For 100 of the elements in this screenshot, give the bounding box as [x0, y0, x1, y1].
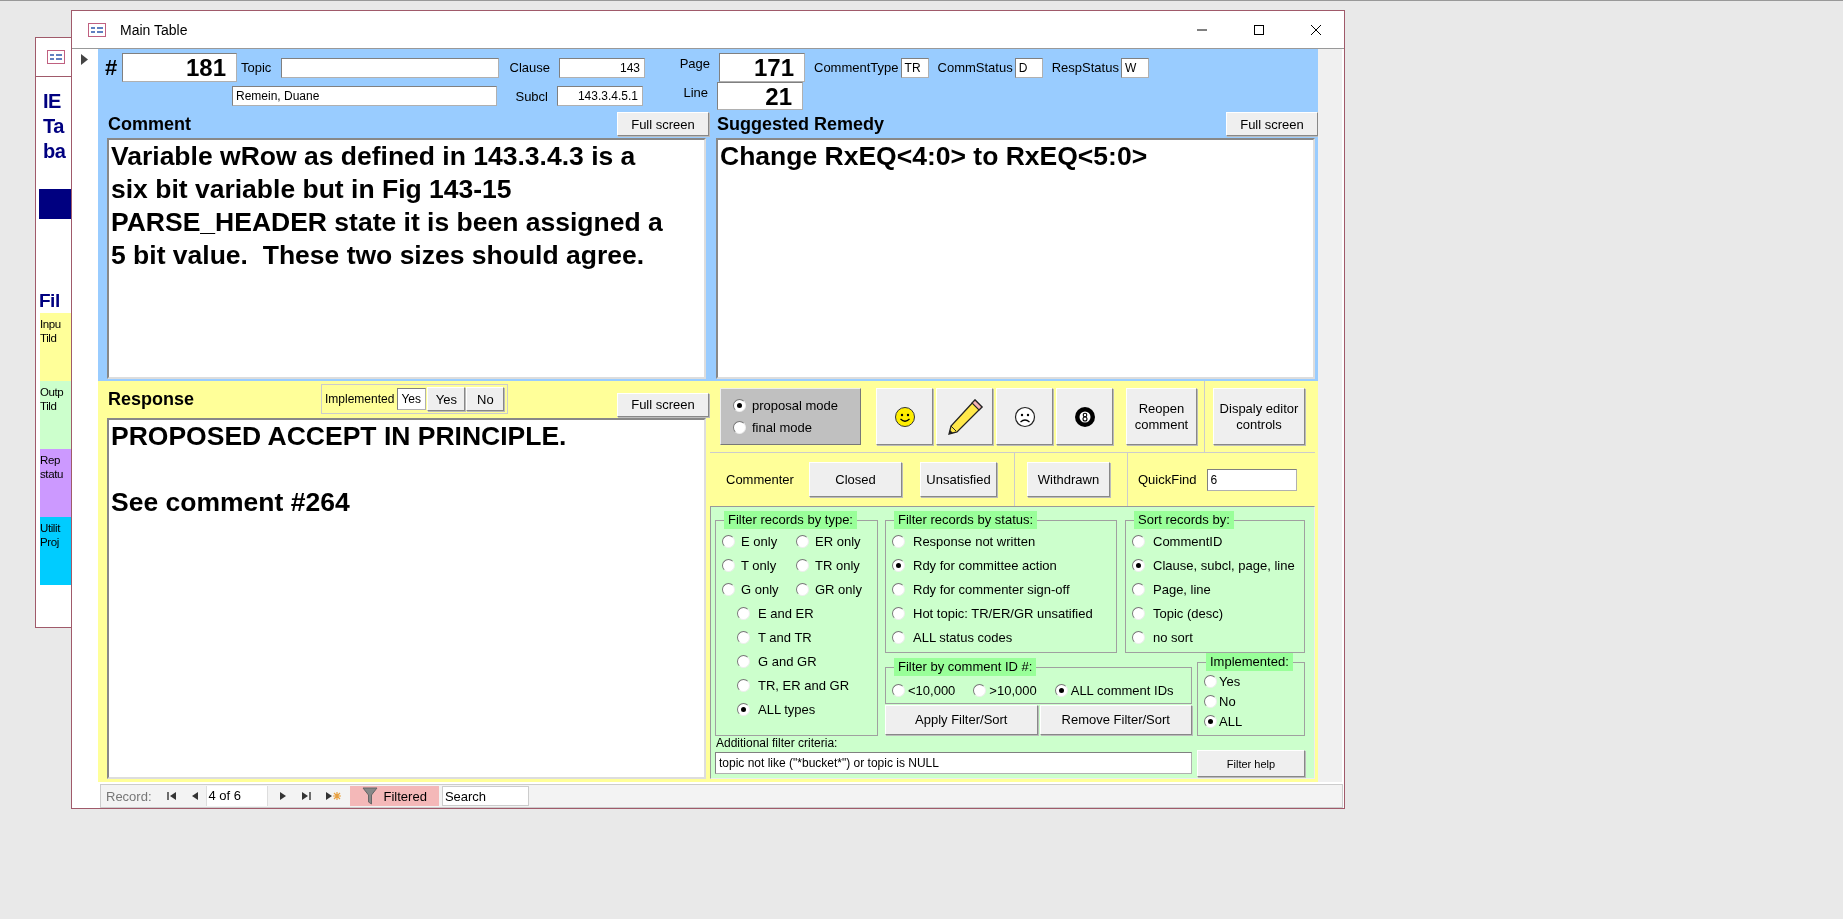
- reopen-comment-button[interactable]: Reopen comment: [1126, 388, 1197, 446]
- number-field[interactable]: 181: [122, 53, 237, 82]
- section-title: Comment: [107, 113, 191, 135]
- option-label: <10,000: [908, 682, 956, 698]
- menu-tile[interactable]: Outp Tild: [40, 381, 71, 449]
- radio-button[interactable]: [1054, 683, 1068, 697]
- subclause-field[interactable]: 143.3.4.5.1: [557, 86, 643, 106]
- radio-button[interactable]: [796, 582, 809, 596]
- remedy-text-area[interactable]: Change RxEQ<4:0> to RxEQ<5:0>: [716, 138, 1315, 379]
- group-title: Filter records by status:: [894, 511, 1038, 529]
- topic-field[interactable]: [281, 57, 499, 78]
- previous-record-icon[interactable]: [190, 791, 199, 801]
- radio-button[interactable]: [737, 654, 750, 668]
- option-label: GR only: [815, 581, 862, 597]
- implemented-button[interactable]: No: [466, 387, 505, 411]
- smiley-icon: [893, 405, 916, 428]
- radio-button[interactable]: [737, 606, 750, 620]
- option-label: T only: [741, 557, 777, 573]
- status-button[interactable]: Unsatisfied: [920, 462, 997, 498]
- menu-tile[interactable]: Utilit Proj: [40, 517, 71, 585]
- option-label: proposal mode: [752, 398, 838, 414]
- search-field[interactable]: Search: [441, 786, 529, 806]
- radio-button[interactable]: [892, 683, 905, 697]
- filter-button[interactable]: Remove Filter/Sort: [1039, 704, 1192, 735]
- menu-tile[interactable]: Rep statu: [40, 449, 71, 517]
- radio-button[interactable]: [1132, 630, 1145, 644]
- record-selector-icon[interactable]: [81, 54, 88, 65]
- response-text-area[interactable]: PROPOSED ACCEPT IN PRINCIPLE. See comment #264: [107, 418, 706, 779]
- status-label: RespStatus: [1051, 60, 1119, 75]
- radio-button[interactable]: [722, 582, 735, 596]
- status-field[interactable]: W: [1120, 57, 1149, 78]
- subclause-label: Subcl: [514, 88, 549, 104]
- commenter-field[interactable]: Remein, Duane: [232, 86, 497, 106]
- radio-button[interactable]: [1204, 674, 1217, 688]
- eight-ball-button[interactable]: [1056, 388, 1113, 446]
- option-label: Yes: [1219, 673, 1241, 689]
- first-record-icon[interactable]: [166, 791, 177, 801]
- filter-button[interactable]: Apply Filter/Sort: [885, 704, 1038, 735]
- status-button[interactable]: Closed: [809, 462, 902, 498]
- filter-criteria-field[interactable]: topic not like ("*bucket*") or topic is NULL: [715, 752, 1192, 774]
- filter-toggle[interactable]: Filtered: [349, 786, 439, 806]
- line-label: Line: [682, 85, 709, 100]
- implemented-field[interactable]: Yes: [397, 388, 427, 410]
- radio-button[interactable]: [796, 558, 809, 572]
- radio-button[interactable]: [737, 702, 750, 716]
- radio-button[interactable]: [892, 558, 905, 572]
- radio-button[interactable]: [1204, 714, 1217, 728]
- status-field[interactable]: D: [1014, 57, 1043, 78]
- close-icon: [1309, 23, 1322, 36]
- page-field[interactable]: 171: [719, 53, 805, 82]
- frown-button[interactable]: [996, 388, 1053, 446]
- filter-help-button[interactable]: Filter help: [1197, 750, 1305, 777]
- new-record-icon[interactable]: [324, 791, 341, 801]
- radio-button[interactable]: [1132, 534, 1145, 548]
- radio-button[interactable]: [892, 582, 905, 596]
- record-position-field[interactable]: 4 of 6: [205, 786, 268, 806]
- implemented-button[interactable]: Yes: [427, 387, 466, 411]
- section-title: Suggested Remedy: [716, 113, 885, 135]
- withdrawn-button[interactable]: Withdrawn: [1027, 462, 1110, 498]
- radio-button[interactable]: [733, 421, 746, 435]
- radio-button[interactable]: [1132, 558, 1145, 572]
- radio-button[interactable]: [892, 534, 905, 548]
- radio-button[interactable]: [892, 630, 905, 644]
- last-record-icon[interactable]: [300, 791, 311, 801]
- radio-button[interactable]: [973, 683, 987, 697]
- option-label: TR, ER and GR: [758, 677, 850, 693]
- full-screen-button[interactable]: Full screen: [617, 392, 709, 417]
- pencil-button[interactable]: [936, 388, 993, 446]
- eight-ball-icon: [1073, 405, 1096, 428]
- option-label: ALL status codes: [913, 629, 1013, 645]
- radio-button[interactable]: [1132, 606, 1145, 620]
- clause-label: Clause: [508, 60, 551, 75]
- radio-button[interactable]: [796, 534, 809, 548]
- radio-button[interactable]: [892, 606, 905, 620]
- quickfind-field[interactable]: 6: [1206, 468, 1297, 491]
- option-label: no sort: [1153, 629, 1193, 645]
- radio-button[interactable]: [1132, 582, 1145, 596]
- frown-icon: [1013, 405, 1036, 428]
- comment-text-area[interactable]: Variable wRow as defined in 143.3.4.3 is a six bit variable but in Fig 143-15 PARSE_HEADER state it is been assigned a 5 bit value. These two sizes should agree.: [107, 138, 706, 379]
- full-screen-button[interactable]: Full screen: [617, 112, 709, 136]
- radio-button[interactable]: [737, 630, 750, 644]
- menu-tile[interactable]: Inpu Tild: [40, 313, 71, 381]
- radio-button[interactable]: [737, 678, 750, 692]
- radio-button[interactable]: [722, 558, 735, 572]
- radio-button[interactable]: [733, 399, 746, 413]
- full-screen-button[interactable]: Full screen: [1226, 112, 1318, 136]
- option-label: TR only: [815, 557, 860, 573]
- radio-button[interactable]: [1204, 694, 1217, 708]
- display-editor-controls-button[interactable]: Dispaly editor controls: [1213, 388, 1305, 446]
- smiley-button[interactable]: [876, 388, 933, 446]
- number-label: #: [105, 54, 119, 81]
- line-field[interactable]: 21: [717, 82, 803, 110]
- quickfind-label: QuickFind: [1138, 472, 1197, 488]
- next-record-icon[interactable]: [278, 791, 287, 801]
- record-label: Record:: [106, 788, 152, 804]
- window-title: Main Table: [120, 21, 188, 38]
- status-field[interactable]: TR: [900, 57, 929, 78]
- option-label: Clause, subcl, page, line: [1153, 557, 1295, 573]
- clause-field[interactable]: 143: [559, 57, 645, 78]
- radio-button[interactable]: [722, 534, 735, 548]
